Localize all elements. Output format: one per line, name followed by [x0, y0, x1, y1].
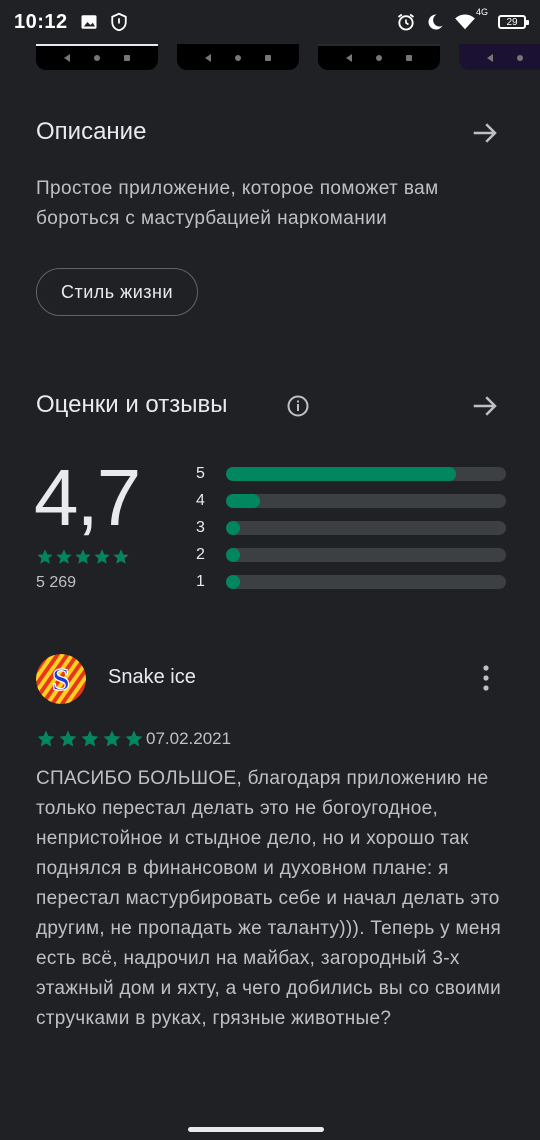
rating-bar-track [226, 520, 506, 535]
moon-icon [426, 13, 444, 31]
rating-bar-track [226, 466, 506, 481]
screenshot-thumb[interactable] [318, 44, 440, 70]
rating-bar-track [226, 574, 506, 589]
screenshot-thumb[interactable] [177, 44, 299, 70]
review-stars [36, 729, 144, 749]
rating-bar-label: 5 [196, 464, 205, 482]
network-label: 4G [475, 7, 488, 17]
avatar-letter: S [52, 661, 70, 697]
screenshot-thumb[interactable] [459, 44, 540, 70]
star-icon [37, 730, 55, 747]
average-rating: 4,7 [34, 453, 141, 542]
star-icon [37, 549, 53, 564]
rating-bar-fill [226, 466, 456, 481]
star-icon [56, 549, 72, 564]
battery-icon: 29 [498, 15, 529, 29]
image-icon [80, 13, 98, 31]
rating-bar-label: 2 [196, 545, 205, 563]
star-icon [81, 730, 99, 747]
rating-bar-label: 3 [196, 518, 205, 536]
star-icon [125, 730, 143, 747]
rating-bar-row: 2 [196, 541, 506, 568]
rating-bar-row: 1 [196, 568, 506, 595]
rating-bar-fill [226, 520, 240, 535]
review-date: 07.02.2021 [146, 729, 232, 748]
info-icon[interactable] [286, 394, 310, 418]
status-time: 10:12 [14, 10, 68, 33]
description-arrow-button[interactable] [470, 118, 500, 148]
battery-level: 29 [506, 16, 518, 28]
ratings-title: Оценки и отзывы [36, 391, 228, 418]
ratings-arrow-button[interactable] [470, 391, 500, 421]
home-indicator[interactable] [188, 1127, 324, 1132]
reviewer-name: Snake ice [108, 666, 196, 688]
description-title: Описание [36, 118, 147, 145]
rating-bar-track [226, 547, 506, 562]
more-vert-icon [483, 665, 489, 691]
rating-bar-fill [226, 574, 240, 589]
rating-stars [36, 548, 130, 566]
category-chip[interactable]: Стиль жизни [36, 268, 199, 316]
arrow-right-icon [473, 123, 497, 143]
star-icon [94, 549, 110, 564]
shield-icon [110, 12, 128, 32]
review-count: 5 269 [36, 574, 77, 591]
rating-bar-label: 1 [196, 572, 205, 590]
status-bar: 10:12 4G 29 [0, 0, 540, 44]
description-text: Простое приложение, которое поможет вам … [36, 178, 439, 229]
arrow-right-icon [473, 396, 497, 416]
rating-bar-label: 4 [196, 491, 205, 509]
star-icon [113, 549, 129, 564]
star-icon [103, 730, 121, 747]
star-icon [75, 549, 91, 564]
screenshot-thumb[interactable] [36, 44, 158, 70]
avatar[interactable]: S [36, 654, 86, 704]
rating-bar-row: 3 [196, 514, 506, 541]
rating-bar-fill [226, 493, 260, 508]
rating-bar-row: 5 [196, 460, 506, 487]
wifi-icon: 4G [454, 7, 488, 31]
star-icon [59, 730, 77, 747]
rating-distribution: 5 4 3 2 1 [196, 460, 506, 595]
more-options-button[interactable] [474, 662, 498, 694]
rating-bar-fill [226, 547, 240, 562]
alarm-icon [396, 12, 416, 32]
rating-bar-row: 4 [196, 487, 506, 514]
rating-bar-track [226, 493, 506, 508]
screenshot-carousel[interactable] [0, 44, 540, 74]
review-text: СПАСИБО БОЛЬШОЕ, благодаря приложению не… [36, 768, 502, 1029]
